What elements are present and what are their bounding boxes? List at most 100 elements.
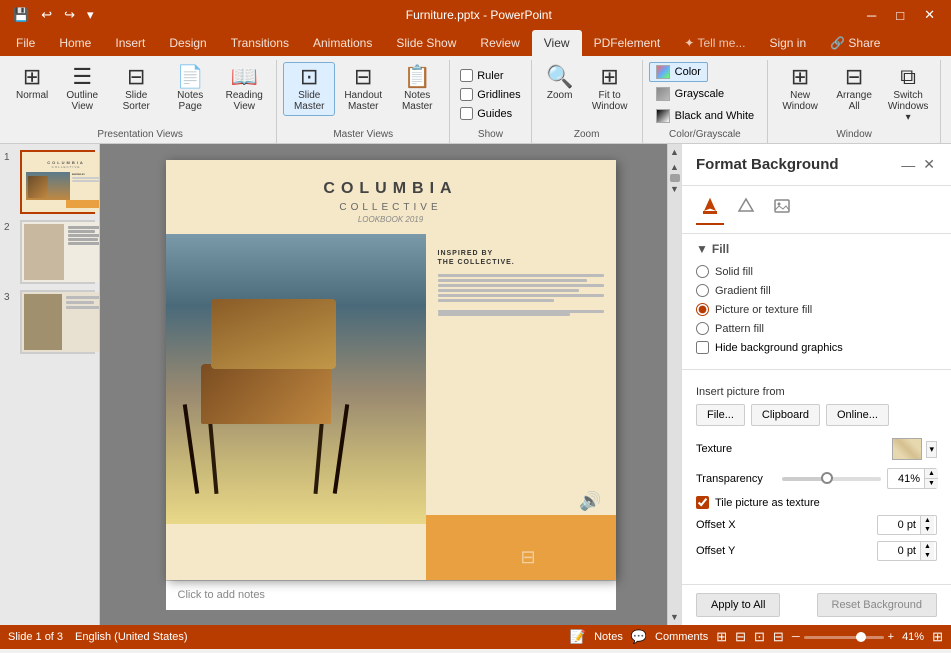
handout-master-btn[interactable]: ⊟ Handout Master bbox=[337, 62, 389, 116]
customize-qa-btn[interactable]: ▾ bbox=[82, 5, 99, 25]
scroll-down-arrow[interactable]: ▼ bbox=[667, 609, 681, 625]
offset-y-up[interactable]: ▲ bbox=[921, 542, 934, 551]
tab-review[interactable]: Review bbox=[468, 30, 531, 56]
transparency-slider[interactable] bbox=[782, 477, 881, 481]
scroll-next-btn[interactable]: ▼ bbox=[670, 184, 679, 194]
pattern-fill-option[interactable]: Pattern fill bbox=[696, 319, 937, 338]
hide-background-checkbox[interactable] bbox=[696, 341, 709, 354]
online-btn[interactable]: Online... bbox=[826, 404, 889, 426]
pattern-fill-radio[interactable] bbox=[696, 322, 709, 335]
offset-y-field[interactable] bbox=[878, 543, 920, 559]
color-option[interactable]: Color bbox=[649, 62, 708, 82]
zoom-slider[interactable] bbox=[804, 636, 884, 639]
close-btn[interactable]: ✕ bbox=[916, 5, 943, 25]
scroll-up-arrow[interactable]: ▲ bbox=[667, 144, 681, 160]
transparency-input[interactable] bbox=[888, 471, 924, 487]
slide-thumb-2[interactable] bbox=[20, 220, 95, 284]
view-slide-sorter-btn[interactable]: ⊟ bbox=[735, 629, 746, 645]
panel-close-btn[interactable]: ✕ bbox=[921, 154, 937, 175]
guides-checkbox[interactable]: Guides bbox=[456, 105, 516, 122]
grayscale-option[interactable]: Grayscale bbox=[649, 84, 732, 104]
tab-insert[interactable]: Insert bbox=[103, 30, 157, 56]
fill-section-title[interactable]: ▼ Fill bbox=[696, 242, 937, 256]
tab-share[interactable]: 🔗 Share bbox=[818, 30, 892, 56]
tab-view[interactable]: View bbox=[532, 30, 582, 56]
zoom-btn[interactable]: 🔍 Zoom bbox=[538, 62, 582, 105]
notes-status-btn[interactable]: 📝 bbox=[570, 629, 586, 645]
view-reading-btn[interactable]: ⊡ bbox=[754, 629, 765, 645]
zoom-percent[interactable]: 41% bbox=[902, 631, 924, 643]
slide-thumb-1[interactable]: COLUMBIA COLLECTIVE INSPIRED BY bbox=[20, 150, 95, 214]
reading-view-btn[interactable]: 📖 Reading View bbox=[218, 62, 270, 116]
apply-to-all-btn[interactable]: Apply to All bbox=[696, 593, 780, 617]
scroll-thumb-v[interactable] bbox=[670, 174, 680, 182]
slider-thumb[interactable] bbox=[821, 472, 833, 484]
minimize-btn[interactable]: ─ bbox=[859, 5, 884, 25]
gridlines-checkbox[interactable]: Gridlines bbox=[456, 86, 524, 103]
tab-home[interactable]: Home bbox=[47, 30, 103, 56]
tab-sign-in[interactable]: Sign in bbox=[757, 30, 818, 56]
arrange-all-btn[interactable]: ⊟ Arrange All bbox=[828, 62, 880, 116]
slide-sorter-btn[interactable]: ⊟ Slide Sorter bbox=[110, 62, 162, 116]
restore-btn[interactable]: □ bbox=[888, 5, 912, 25]
tile-picture-field[interactable]: Tile picture as texture bbox=[696, 493, 937, 512]
offset-x-up[interactable]: ▲ bbox=[921, 516, 934, 525]
notes-area[interactable]: Click to add notes bbox=[166, 580, 616, 610]
view-presenter-btn[interactable]: ⊟ bbox=[773, 629, 784, 645]
panel-collapse-btn[interactable]: — bbox=[899, 154, 917, 175]
reset-background-btn[interactable]: Reset Background bbox=[817, 593, 938, 617]
panel-tab-picture[interactable] bbox=[768, 194, 796, 225]
clipboard-btn[interactable]: Clipboard bbox=[751, 404, 820, 426]
solid-fill-option[interactable]: Solid fill bbox=[696, 262, 937, 281]
tab-tell-me[interactable]: ✦ Tell me... bbox=[672, 30, 757, 56]
hide-background-field[interactable]: Hide background graphics bbox=[696, 338, 937, 357]
file-btn[interactable]: File... bbox=[696, 404, 745, 426]
tab-pdfelement[interactable]: PDFelement bbox=[582, 30, 673, 56]
scroll-prev-btn[interactable]: ▲ bbox=[670, 162, 679, 172]
gradient-fill-option[interactable]: Gradient fill bbox=[696, 281, 937, 300]
solid-fill-radio[interactable] bbox=[696, 265, 709, 278]
black-white-option[interactable]: Black and White bbox=[649, 106, 761, 126]
redo-btn[interactable]: ↪ bbox=[59, 5, 80, 25]
picture-texture-option[interactable]: Picture or texture fill bbox=[696, 300, 937, 319]
gradient-fill-radio[interactable] bbox=[696, 284, 709, 297]
view-normal-btn[interactable]: ⊞ bbox=[716, 629, 727, 645]
undo-btn[interactable]: ↩ bbox=[36, 5, 57, 25]
switch-windows-btn[interactable]: ⧉ Switch Windows ▾ bbox=[882, 62, 934, 127]
save-quick-btn[interactable]: 💾 bbox=[8, 5, 34, 25]
vertical-scrollbar[interactable]: ▲ ▲ ▼ ▼ bbox=[667, 144, 681, 625]
zoom-in-btn[interactable]: + bbox=[888, 631, 894, 643]
slide-thumb-3[interactable] bbox=[20, 290, 95, 354]
outline-view-btn[interactable]: ☰ Outline View bbox=[56, 62, 108, 116]
fit-window-btn[interactable]: ⊞ Fit to Window bbox=[584, 62, 636, 116]
offset-x-input[interactable]: ▲ ▼ bbox=[877, 515, 937, 535]
offset-y-down[interactable]: ▼ bbox=[921, 551, 934, 560]
tab-file[interactable]: File bbox=[4, 30, 47, 56]
tab-design[interactable]: Design bbox=[157, 30, 218, 56]
panel-tab-fill[interactable] bbox=[696, 194, 724, 225]
texture-preview[interactable] bbox=[892, 438, 922, 460]
slide-master-btn[interactable]: ⊡ Slide Master bbox=[283, 62, 335, 116]
notes-page-btn[interactable]: 📄 Notes Page bbox=[164, 62, 216, 116]
offset-y-input[interactable]: ▲ ▼ bbox=[877, 541, 937, 561]
picture-texture-radio[interactable] bbox=[696, 303, 709, 316]
notes-master-btn[interactable]: 📋 Notes Master bbox=[391, 62, 443, 116]
new-window-btn[interactable]: ⊞ New Window bbox=[774, 62, 826, 116]
panel-tab-shape[interactable] bbox=[732, 194, 760, 225]
tile-picture-checkbox[interactable] bbox=[696, 496, 709, 509]
tab-animations[interactable]: Animations bbox=[301, 30, 384, 56]
offset-x-down[interactable]: ▼ bbox=[921, 525, 934, 534]
ruler-checkbox[interactable]: Ruler bbox=[456, 67, 507, 84]
zoom-out-btn[interactable]: ─ bbox=[792, 631, 800, 643]
comments-status-btn[interactable]: 💬 bbox=[631, 629, 647, 645]
transparency-down-btn[interactable]: ▼ bbox=[925, 479, 938, 488]
slide-canvas[interactable]: COLUMBIA COLLECTIVE LOOKBOOK 2019 bbox=[166, 160, 616, 580]
normal-view-btn[interactable]: ⊞ Normal bbox=[10, 62, 54, 105]
macros-btn[interactable]: ⬧ Macros bbox=[947, 62, 951, 105]
transparency-up-btn[interactable]: ▲ bbox=[925, 469, 938, 479]
fit-page-btn[interactable]: ⊞ bbox=[932, 629, 943, 645]
texture-dropdown-btn[interactable]: ▾ bbox=[926, 441, 937, 458]
offset-x-field[interactable] bbox=[878, 517, 920, 533]
tab-transitions[interactable]: Transitions bbox=[219, 30, 301, 56]
tab-slideshow[interactable]: Slide Show bbox=[384, 30, 468, 56]
